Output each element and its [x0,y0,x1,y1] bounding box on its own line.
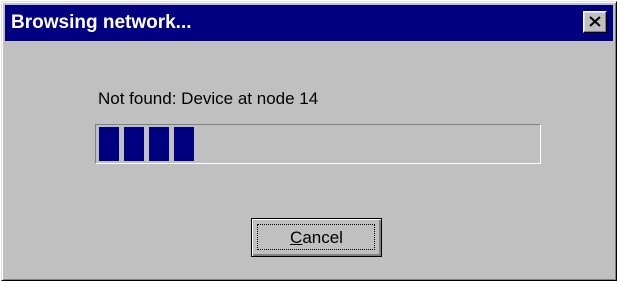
close-x-icon [589,16,601,27]
dialog-title: Browsing network... [11,12,192,33]
progress-block [149,127,169,161]
progress-block [99,127,119,161]
progress-block [174,127,194,161]
cancel-button[interactable]: Cancel [251,218,382,257]
progress-track [98,127,538,161]
title-bar[interactable]: Browsing network... [5,5,613,41]
status-message: Not found: Device at node 14 [98,89,319,108]
progress-block [124,127,144,161]
cancel-button-label: Cancel [290,228,343,247]
progress-bar [95,124,541,164]
browsing-network-dialog: Browsing network... Not found: Device at… [1,1,617,281]
close-button[interactable] [583,11,607,33]
